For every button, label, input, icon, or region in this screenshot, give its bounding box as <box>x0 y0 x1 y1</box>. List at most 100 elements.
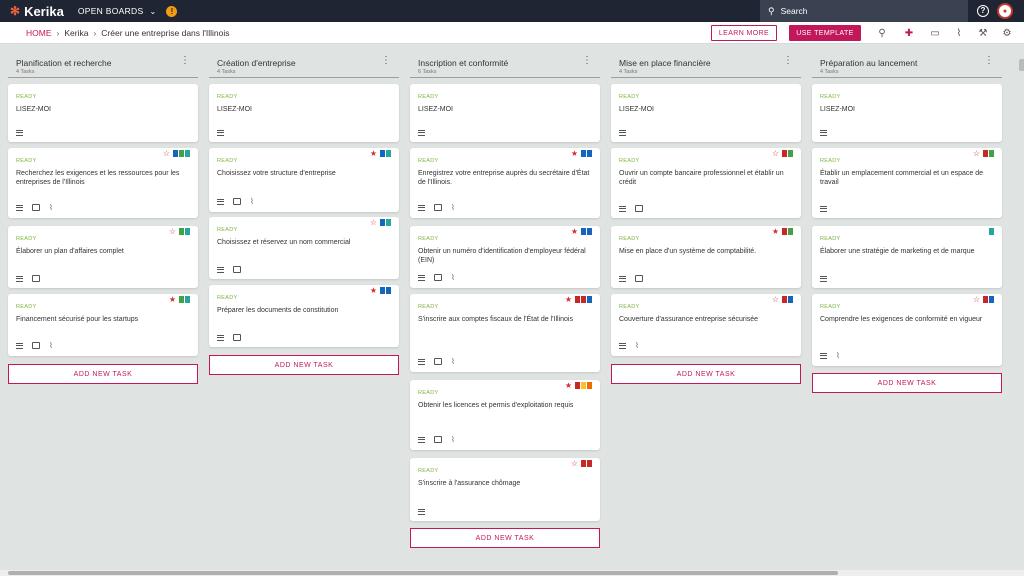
bookmark-blue-icon <box>380 150 385 159</box>
task-card[interactable]: ☆ READY Élaborer un plan d'affaires comp… <box>8 226 198 288</box>
task-card[interactable]: ☆ READY Comprendre les exigences de conf… <box>812 294 1002 366</box>
star-outline-icon[interactable]: ☆ <box>163 150 170 158</box>
add-new-task-button[interactable]: ADD NEW TASK <box>410 528 600 548</box>
paperclip-icon: ⌇ <box>451 273 455 282</box>
star-filled-icon[interactable]: ★ <box>169 296 176 304</box>
paperclip-icon: ⌇ <box>250 197 254 206</box>
star-outline-icon[interactable]: ☆ <box>973 150 980 158</box>
status-label: READY <box>418 468 439 474</box>
task-flags: ☆ <box>571 460 592 469</box>
learn-more-button[interactable]: LEARN MORE <box>711 25 777 41</box>
task-card[interactable]: ★ READY Mise en place d'un système de co… <box>611 226 801 288</box>
use-template-button[interactable]: USE TEMPLATE <box>789 25 861 41</box>
search-board-icon[interactable]: ⚲ <box>876 27 888 39</box>
bookmark-blue-icon <box>380 287 385 296</box>
column-title: Préparation au lancement <box>820 58 918 68</box>
help-icon[interactable]: ? <box>977 5 989 17</box>
add-person-icon[interactable]: ✚ <box>903 27 915 39</box>
checklist-icon <box>434 204 442 211</box>
description-icon <box>418 509 425 515</box>
task-card[interactable]: READY LISEZ-MOI <box>209 84 399 142</box>
description-icon <box>619 342 626 349</box>
column-inscription: Inscription et conformité 6 Tasks ⋮ READ… <box>410 44 600 548</box>
attachment-icon[interactable]: ⌇ <box>953 27 965 39</box>
status-label: READY <box>418 94 439 100</box>
bookmark-blue-icon <box>587 296 592 305</box>
bookmark-teal-icon <box>989 228 994 237</box>
status-label: READY <box>619 94 640 100</box>
tools-icon[interactable]: ⚒ <box>977 27 989 39</box>
description-icon <box>418 358 425 365</box>
star-filled-icon[interactable]: ★ <box>565 296 572 304</box>
star-outline-icon[interactable]: ☆ <box>169 228 176 236</box>
star-outline-icon[interactable]: ☆ <box>772 296 779 304</box>
star-filled-icon[interactable]: ★ <box>370 287 377 295</box>
bookmark-green-icon <box>788 150 793 159</box>
task-flags: ☆ <box>772 296 793 305</box>
description-icon <box>16 204 23 211</box>
task-card[interactable]: ☆ READY Ouvrir un compte bancaire profes… <box>611 148 801 218</box>
bookmark-red-icon <box>983 296 988 305</box>
task-card[interactable]: ★ READY Préparer les documents de consti… <box>209 285 399 347</box>
star-filled-icon[interactable]: ★ <box>571 150 578 158</box>
paperclip-icon: ⌇ <box>451 203 455 212</box>
notification-bolt-icon[interactable]: ! <box>166 5 178 17</box>
chat-icon[interactable]: ▭ <box>929 27 941 39</box>
column-menu-icon[interactable]: ⋮ <box>381 56 391 66</box>
star-filled-icon[interactable]: ★ <box>565 382 572 390</box>
star-outline-icon[interactable]: ☆ <box>370 219 377 227</box>
task-card[interactable]: ☆ READY Choisissez et réservez un nom co… <box>209 217 399 279</box>
description-icon <box>217 266 224 273</box>
description-icon <box>619 130 626 136</box>
task-card[interactable]: READY LISEZ-MOI <box>812 84 1002 142</box>
bookmark-red-icon <box>782 150 787 159</box>
star-filled-icon[interactable]: ★ <box>571 228 578 236</box>
task-card[interactable]: READY LISEZ-MOI <box>8 84 198 142</box>
checklist-icon <box>32 275 40 282</box>
task-card[interactable]: ★ READY Enregistrez votre entreprise aup… <box>410 148 600 218</box>
breadcrumb-separator-icon: › <box>93 27 97 38</box>
settings-gear-icon[interactable]: ⚙ <box>1001 27 1013 39</box>
column-menu-icon[interactable]: ⋮ <box>984 56 994 66</box>
task-card[interactable]: ★ READY Obtenir les licences et permis d… <box>410 380 600 450</box>
star-outline-icon[interactable]: ☆ <box>772 150 779 158</box>
status-label: READY <box>217 94 238 100</box>
avatar[interactable]: ● <box>997 3 1013 19</box>
task-title: Choisissez et réservez un nom commercial <box>217 239 351 246</box>
status-label: READY <box>418 390 439 396</box>
task-card[interactable]: ★ READY Obtenir un numéro d'identificati… <box>410 226 600 288</box>
column-task-count: 4 Tasks <box>217 69 236 75</box>
task-card[interactable]: ☆ READY Établir un emplacement commercia… <box>812 148 1002 218</box>
open-boards-menu[interactable]: OPEN BOARDS ⌄ <box>78 6 157 16</box>
breadcrumb-account[interactable]: Kerika <box>64 28 88 38</box>
column-menu-icon[interactable]: ⋮ <box>180 56 190 66</box>
column-menu-icon[interactable]: ⋮ <box>783 56 793 66</box>
add-new-task-button[interactable]: ADD NEW TASK <box>209 355 399 375</box>
search-box[interactable]: ⚲ Search <box>760 0 968 22</box>
star-outline-icon[interactable]: ☆ <box>973 296 980 304</box>
task-card[interactable]: ☆ READY Couverture d'assurance entrepris… <box>611 294 801 356</box>
task-card[interactable]: ☆ READY S'inscrire à l'assurance chômage <box>410 458 600 521</box>
breadcrumb-home[interactable]: HOME <box>26 28 52 38</box>
task-card[interactable]: ★ READY Financement sécurisé pour les st… <box>8 294 198 356</box>
star-outline-icon[interactable]: ☆ <box>571 460 578 468</box>
add-new-task-button[interactable]: ADD NEW TASK <box>812 373 1002 393</box>
star-filled-icon[interactable]: ★ <box>772 228 779 236</box>
star-filled-icon[interactable]: ★ <box>370 150 377 158</box>
task-card[interactable]: ☆ READY Recherchez les exigences et les … <box>8 148 198 218</box>
kerika-logo[interactable]: ✻ Kerika <box>10 4 64 19</box>
column-menu-icon[interactable]: ⋮ <box>582 56 592 66</box>
task-card[interactable]: READY Élaborer une stratégie de marketin… <box>812 226 1002 288</box>
task-title: Recherchez les exigences et les ressourc… <box>16 170 180 186</box>
task-card[interactable]: ★ READY Choisissez votre structure d'ent… <box>209 148 399 212</box>
bookmark-yellow-icon <box>581 382 586 391</box>
next-column-edge[interactable] <box>1019 59 1024 71</box>
bookmark-teal-icon <box>185 228 190 237</box>
task-card[interactable]: ★ READY S'inscrire aux comptes fiscaux d… <box>410 294 600 372</box>
task-card[interactable]: READY LISEZ-MOI <box>611 84 801 142</box>
add-new-task-button[interactable]: ADD NEW TASK <box>611 364 801 384</box>
breadcrumb-separator-icon: › <box>56 27 60 38</box>
scrollbar-thumb[interactable] <box>8 571 838 575</box>
add-new-task-button[interactable]: ADD NEW TASK <box>8 364 198 384</box>
task-card[interactable]: READY LISEZ-MOI <box>410 84 600 142</box>
